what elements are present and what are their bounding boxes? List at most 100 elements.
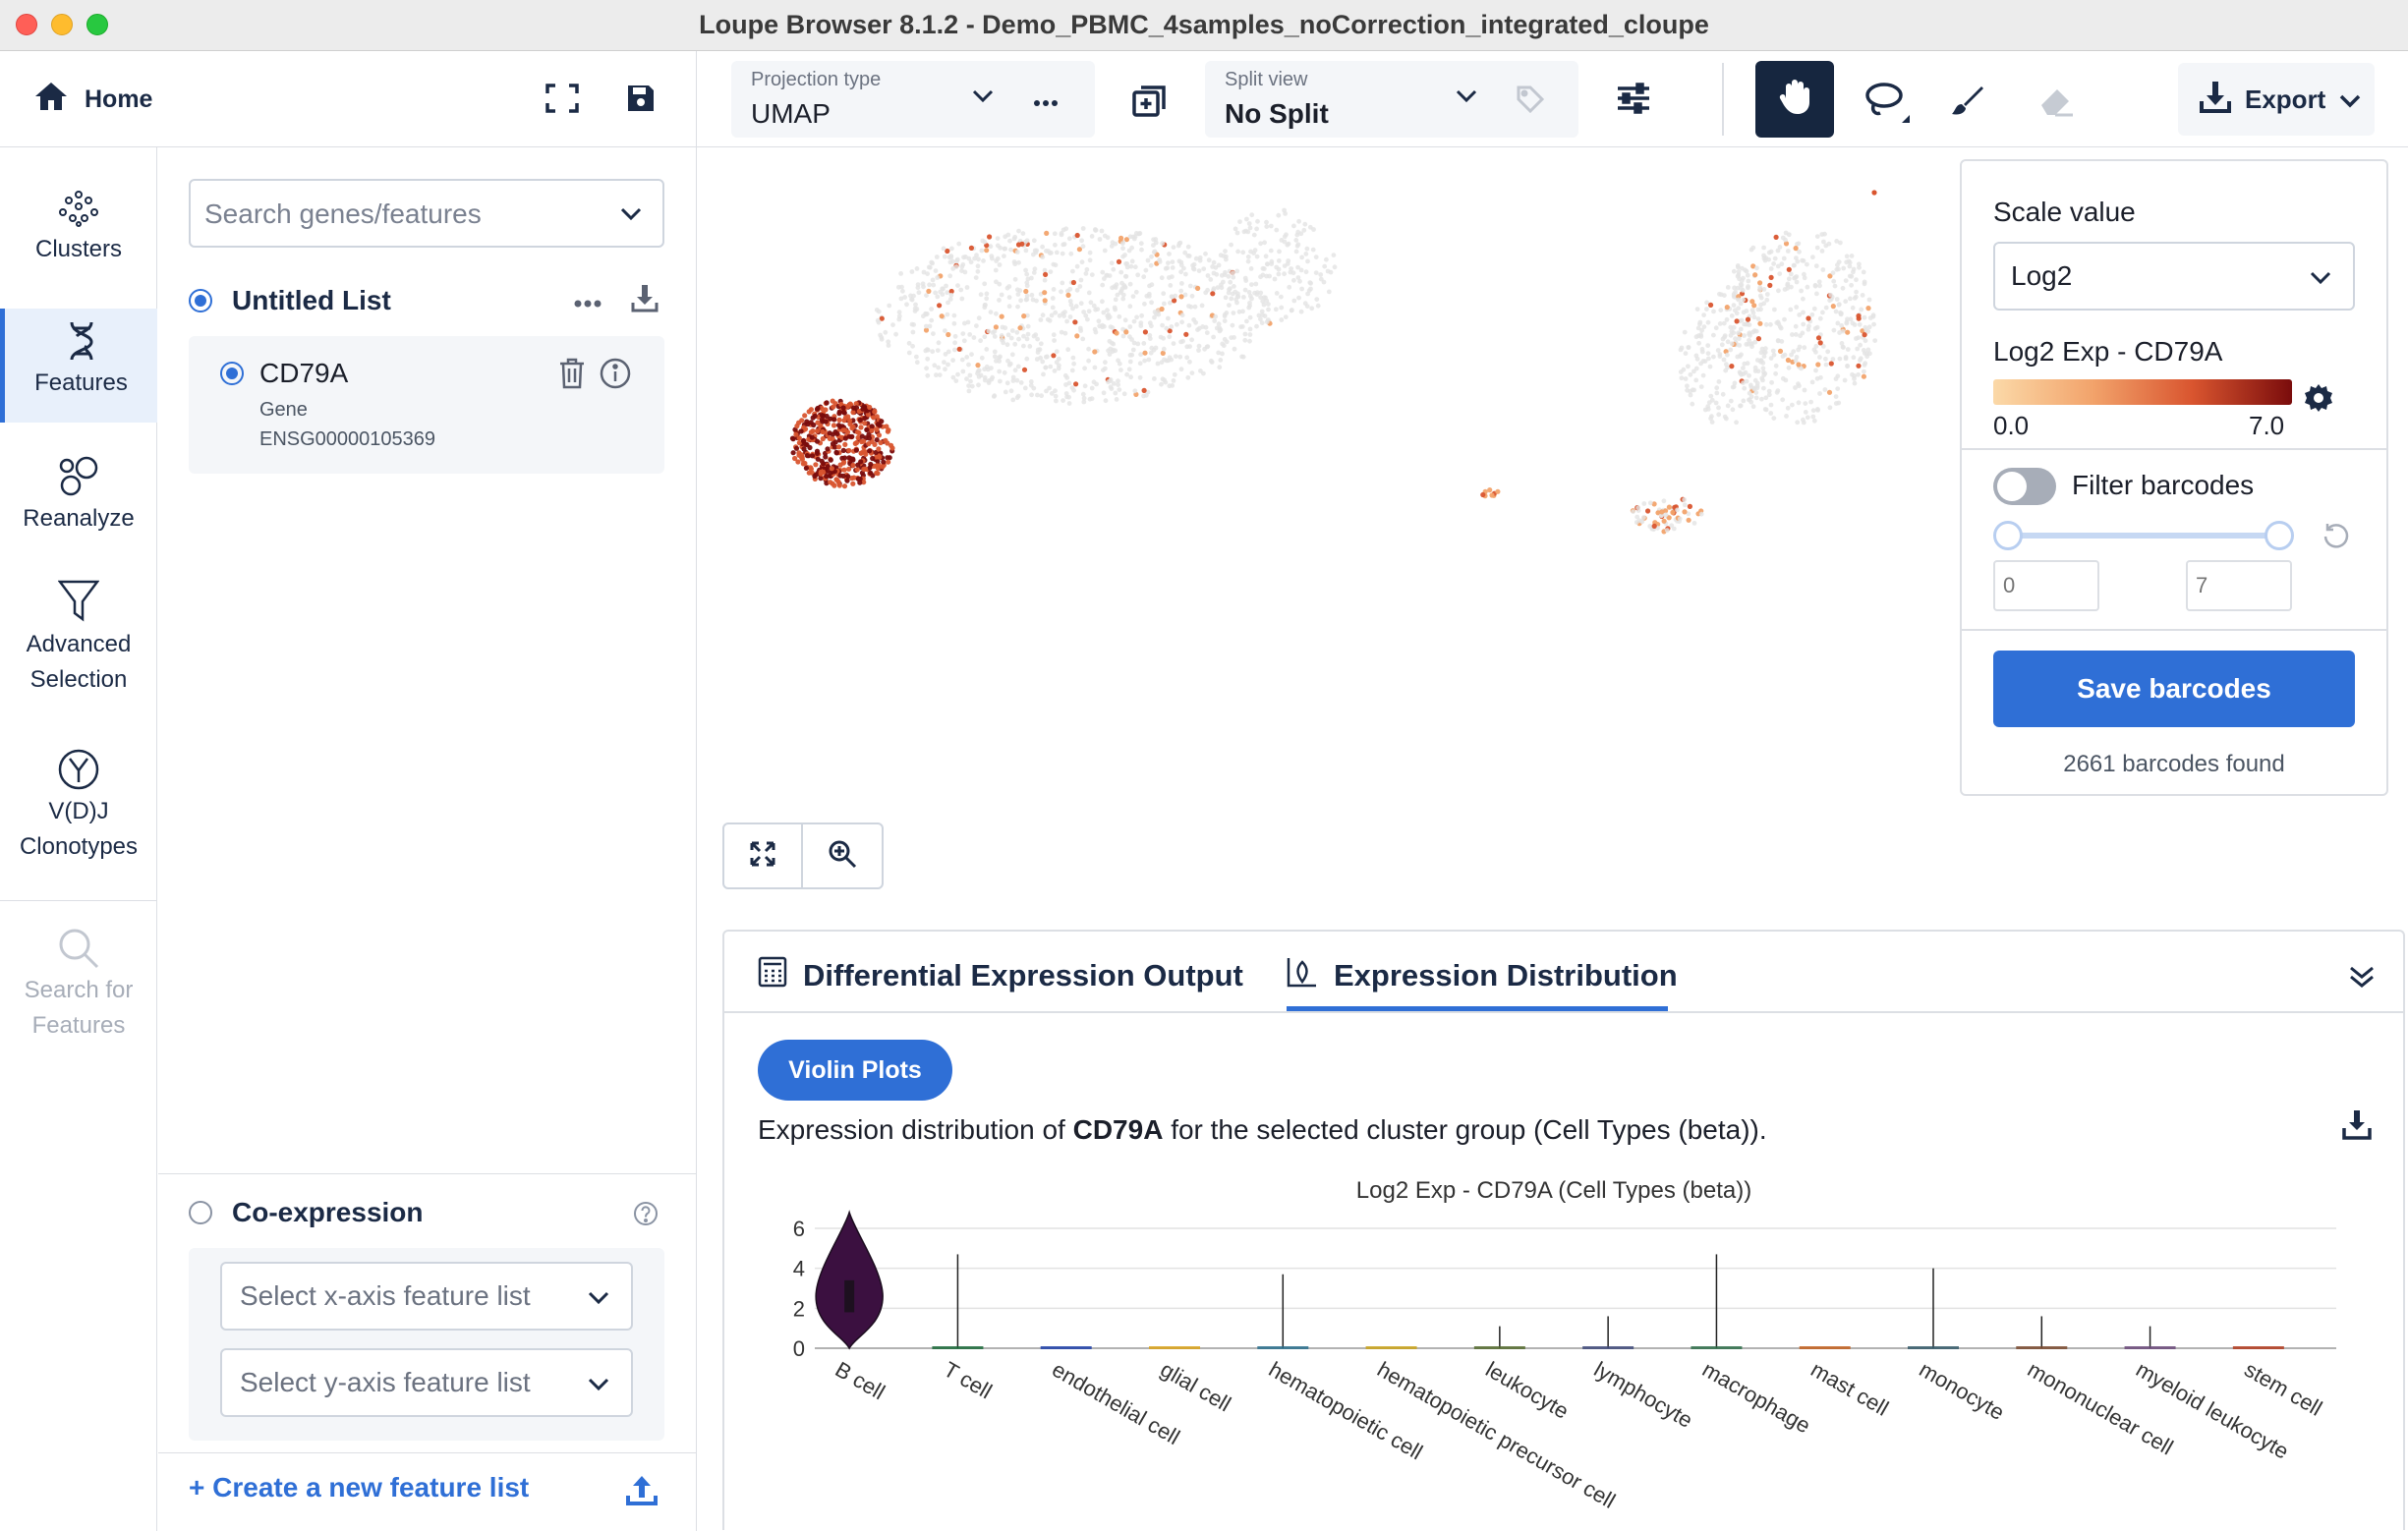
umap-cell-point xyxy=(1797,383,1802,389)
projection-type-dropdown[interactable]: Projection type UMAP xyxy=(731,61,1095,138)
eraser-tool-icon[interactable] xyxy=(2035,79,2078,122)
rail-item-advanced-selection[interactable]: Advanced Selection xyxy=(0,580,157,698)
more-options-icon[interactable] xyxy=(1034,94,1058,112)
violin-shape[interactable] xyxy=(2124,1346,2176,1349)
umap-cell-point xyxy=(877,423,883,428)
x-axis-feature-select[interactable]: Select x-axis feature list xyxy=(220,1262,633,1331)
violin-shape[interactable] xyxy=(1149,1346,1200,1349)
umap-cell-point xyxy=(1100,324,1105,330)
umap-cell-point xyxy=(1274,264,1280,270)
upload-icon[interactable] xyxy=(626,1474,658,1510)
zoom-in-button[interactable] xyxy=(803,824,882,887)
umap-cell-point xyxy=(1054,398,1059,404)
umap-cell-point xyxy=(1763,346,1768,352)
reset-icon[interactable] xyxy=(2322,521,2351,555)
umap-cell-point xyxy=(1035,350,1041,355)
fit-view-button[interactable] xyxy=(724,824,803,887)
more-options-icon[interactable] xyxy=(574,295,602,312)
chevron-down-icon[interactable] xyxy=(619,206,643,227)
umap-cell-point xyxy=(1005,358,1010,364)
umap-cell-point xyxy=(1003,389,1008,395)
violin-shape[interactable] xyxy=(2232,1346,2284,1349)
coexpression-radio[interactable] xyxy=(189,1201,212,1224)
umap-cell-point xyxy=(1709,420,1715,425)
umap-cell-point xyxy=(1139,247,1144,253)
umap-cell-point xyxy=(994,279,999,285)
umap-cell-point xyxy=(789,435,796,441)
brush-tool-icon[interactable] xyxy=(1946,79,1989,122)
violin-shape[interactable] xyxy=(1691,1346,1743,1349)
download-icon[interactable] xyxy=(631,283,659,317)
y-tick-label: 4 xyxy=(793,1257,805,1281)
umap-cell-point xyxy=(1792,262,1797,268)
rail-item-search-features[interactable]: Search for Features xyxy=(0,928,157,1044)
violin-shape[interactable] xyxy=(1257,1346,1309,1349)
export-button[interactable]: Export xyxy=(2178,63,2375,136)
umap-cell-point xyxy=(1717,354,1723,359)
info-icon[interactable] xyxy=(600,358,631,394)
fullscreen-icon[interactable] xyxy=(543,79,582,118)
umap-cell-point xyxy=(1306,288,1312,293)
umap-cell-point xyxy=(1247,314,1253,320)
umap-cell-point xyxy=(1711,354,1716,360)
settings-sliders-icon[interactable] xyxy=(1614,79,1653,118)
slider-max-handle[interactable] xyxy=(2265,521,2294,550)
umap-cell-point xyxy=(825,446,831,452)
umap-cell-point xyxy=(1739,282,1745,288)
rail-item-clusters[interactable]: Clusters xyxy=(0,189,157,267)
violin-shape[interactable] xyxy=(2016,1346,2068,1349)
violin-shape[interactable] xyxy=(1799,1346,1851,1349)
umap-cell-point xyxy=(961,338,967,344)
umap-cell-point xyxy=(1293,249,1299,255)
umap-cell-point xyxy=(1101,310,1107,315)
violin-shape[interactable] xyxy=(1473,1346,1525,1349)
rail-item-features[interactable]: Features xyxy=(0,309,157,423)
filter-min-input[interactable] xyxy=(1993,560,2099,611)
violin-shape[interactable] xyxy=(1040,1346,1092,1349)
save-barcodes-button[interactable]: Save barcodes xyxy=(1993,651,2355,727)
split-view-dropdown[interactable]: Split view No Split xyxy=(1205,61,1578,138)
feature-radio[interactable] xyxy=(220,362,244,385)
lasso-tool-icon[interactable] xyxy=(1860,77,1915,132)
violin-shape[interactable] xyxy=(1582,1346,1634,1349)
violin-shape[interactable] xyxy=(1365,1346,1417,1349)
umap-cell-point xyxy=(1841,265,1847,271)
home-button[interactable]: Home xyxy=(33,81,152,119)
rail-item-vdj-clonotypes[interactable]: V(D)J Clonotypes xyxy=(0,749,157,865)
gear-icon[interactable] xyxy=(2304,383,2333,418)
create-feature-list-link[interactable]: + Create a new feature list xyxy=(189,1472,529,1503)
umap-cell-point xyxy=(842,441,848,447)
feature-item-cd79a[interactable]: CD79A Gene ENSG00000105369 xyxy=(189,336,664,474)
filter-max-input[interactable] xyxy=(2186,560,2292,611)
umap-cell-point xyxy=(1178,367,1184,372)
scale-value-select[interactable]: Log2 xyxy=(1993,242,2355,311)
umap-cell-point xyxy=(851,405,857,411)
trash-icon[interactable] xyxy=(558,358,586,394)
umap-cell-point xyxy=(1160,322,1165,328)
pan-tool-button[interactable] xyxy=(1755,61,1834,138)
list-radio[interactable] xyxy=(189,289,212,312)
slider-min-handle[interactable] xyxy=(1993,521,2023,550)
umap-cell-point xyxy=(1078,301,1084,307)
projection-plot-area[interactable]: Scale value Log2 Log2 Exp - CD79A 0.0 7.… xyxy=(697,148,2408,1531)
rail-item-reanalyze[interactable]: Reanalyze xyxy=(0,456,157,537)
umap-cell-point xyxy=(1095,307,1101,312)
violin-shape[interactable] xyxy=(932,1346,984,1349)
bubbles-icon xyxy=(0,456,157,497)
y-axis-feature-select[interactable]: Select y-axis feature list xyxy=(220,1348,633,1417)
filter-barcodes-toggle[interactable] xyxy=(1993,468,2056,505)
umap-cell-point xyxy=(1806,315,1811,321)
violin-shape[interactable] xyxy=(1908,1346,1959,1349)
help-icon[interactable] xyxy=(633,1201,659,1231)
filter-range-slider[interactable] xyxy=(2009,533,2278,539)
umap-cell-point xyxy=(1328,269,1334,275)
umap-cell-point xyxy=(1119,280,1124,286)
umap-cell-point xyxy=(1762,257,1768,263)
feature-panel: Untitled List CD79A Gene ENSG00000105369… xyxy=(158,147,697,1531)
save-icon[interactable] xyxy=(621,79,660,118)
umap-cell-point xyxy=(1708,393,1714,399)
umap-cell-point xyxy=(1847,273,1853,279)
search-input[interactable] xyxy=(204,195,598,234)
add-projection-icon[interactable] xyxy=(1130,81,1170,120)
umap-cell-point xyxy=(1193,255,1199,261)
